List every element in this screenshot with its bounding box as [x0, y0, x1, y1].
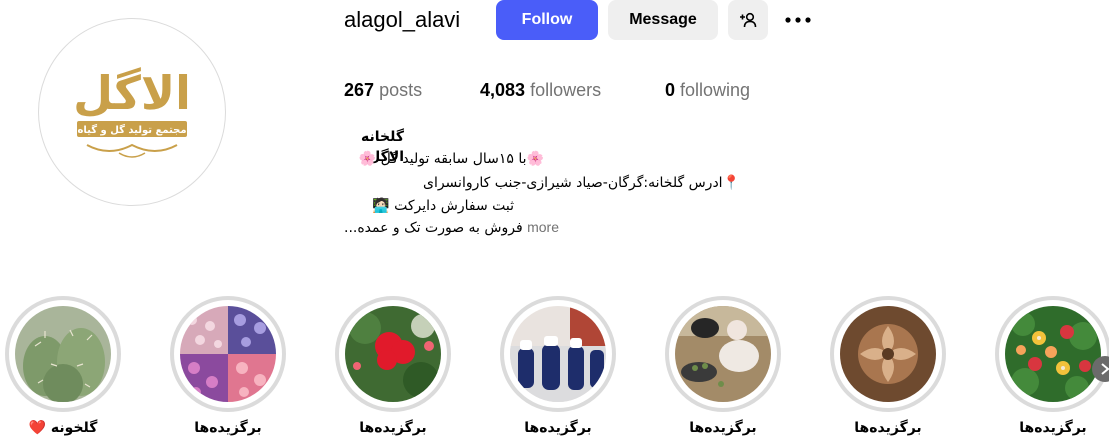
following-count: 0 — [665, 80, 676, 100]
add-user-icon — [740, 12, 757, 28]
bio-line-4-text: فروش به صورت تک و عمده... — [344, 220, 523, 236]
bio-line-2: 📍ادرس گلخانه:گرگان-صیاد شیرازی-جنب کاروا… — [344, 173, 740, 193]
blue-vases-image — [510, 306, 606, 402]
highlight-label: برگزیده‌ها — [524, 420, 592, 436]
followers-label: followers — [530, 80, 602, 100]
bio-line-3: ثبت سفارش دایرکت 🧑🏻‍💻 — [344, 196, 514, 216]
posts-stat: 267 posts — [344, 78, 422, 102]
options-button[interactable] — [778, 0, 818, 40]
highlight-label: برگزیده‌ها — [689, 420, 757, 436]
highlight-item[interactable]: برگزیده‌ها — [665, 296, 781, 444]
profile-avatar[interactable]: الاگل مجتمع تولید گل و گیاه — [38, 18, 226, 206]
bio-more-link[interactable]: more — [527, 219, 559, 235]
highlight-item[interactable]: برگزیده‌ها — [830, 296, 946, 444]
svg-text:الاگل: الاگل — [73, 66, 191, 120]
posts-label: posts — [379, 80, 423, 100]
chevron-right-icon — [1101, 363, 1109, 375]
following-label: following — [680, 80, 751, 100]
highlight-ring — [500, 296, 616, 412]
bio-line-2-text: 📍ادرس گلخانه:گرگان-صیاد شیرازی-جنب کاروا… — [422, 175, 740, 191]
highlight-item[interactable]: برگزیده‌ها — [335, 296, 451, 444]
bio-line-1: 🌸با ۱۵سال سابقه تولید گل 🌸 — [344, 149, 544, 169]
followers-count: 4,083 — [480, 80, 526, 100]
highlight-item[interactable]: برگزیده‌ها — [500, 296, 616, 444]
highlight-ring — [830, 296, 946, 412]
highlight-item[interactable]: گلخونه ❤️ — [5, 296, 121, 444]
primrose-image — [1005, 306, 1101, 402]
follow-button[interactable]: Follow — [496, 0, 598, 40]
highlight-ring — [995, 296, 1109, 412]
alagol-logo: الاگل مجتمع تولید گل و گیاه — [73, 66, 191, 158]
highlight-ring — [5, 296, 121, 412]
highlight-label: برگزیده‌ها — [854, 420, 922, 436]
following-stat[interactable]: 0 following — [665, 78, 750, 102]
red-geranium-image — [345, 306, 441, 402]
highlight-label: برگزیده‌ها — [359, 420, 427, 436]
highlight-label: برگزیده‌ها — [1019, 420, 1087, 436]
flower-collage-image — [180, 306, 276, 402]
posts-count: 267 — [344, 80, 375, 100]
followers-stat[interactable]: 4,083 followers — [480, 78, 601, 102]
bio-line-3-text: ثبت سفارش دایرکت 🧑🏻‍💻 — [372, 198, 514, 214]
planting-image — [675, 306, 771, 402]
cactus-image — [15, 306, 111, 402]
profile-username: alagol_alavi — [344, 7, 461, 32]
more-dots-icon — [785, 17, 811, 23]
highlight-item[interactable]: برگزیده‌ها — [170, 296, 286, 444]
bio-line-4: فروش به صورت تک و عمده... more — [344, 217, 614, 238]
carved-art-image — [840, 306, 936, 402]
svg-text:مجتمع تولید گل و گیاه: مجتمع تولید گل و گیاه — [77, 123, 186, 136]
highlight-ring — [665, 296, 781, 412]
highlight-ring — [170, 296, 286, 412]
highlight-ring — [335, 296, 451, 412]
highlight-label: گلخونه ❤️ — [28, 420, 98, 436]
add-user-button[interactable] — [728, 0, 768, 40]
message-button[interactable]: Message — [608, 0, 718, 40]
bio-line-1-text: 🌸با ۱۵سال سابقه تولید گل 🌸 — [358, 151, 544, 167]
highlight-label: برگزیده‌ها — [194, 420, 262, 436]
